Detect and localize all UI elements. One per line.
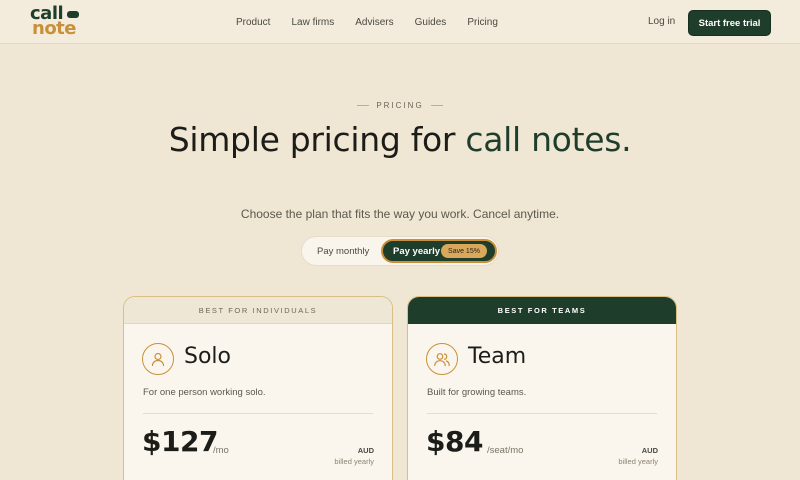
eyebrow-rule-left bbox=[357, 105, 370, 107]
plan-description: For one person working solo. bbox=[143, 387, 266, 398]
plan-currency: AUD bbox=[357, 446, 374, 455]
page-subtitle: Choose the plan that fits the way you wo… bbox=[240, 207, 560, 221]
plan-name: Solo bbox=[184, 344, 231, 369]
plan-banner: BEST FOR TEAMS bbox=[408, 297, 676, 324]
nav-link-product[interactable]: Product bbox=[236, 17, 270, 28]
nav-link-pricing[interactable]: Pricing bbox=[467, 17, 498, 28]
nav-link-law-firms[interactable]: Law firms bbox=[291, 17, 334, 28]
pricing-eyebrow: PRICING bbox=[0, 101, 800, 110]
pay-yearly-option[interactable]: Pay yearly Save 15% bbox=[381, 239, 497, 263]
plan-card-solo: BEST FOR INDIVIDUALS Solo For one person… bbox=[123, 296, 393, 480]
page-title-accent: call notes. bbox=[465, 120, 632, 159]
plan-price: $84 bbox=[426, 425, 483, 458]
divider bbox=[143, 413, 373, 414]
page-title-main: Simple pricing for bbox=[168, 120, 466, 159]
start-free-trial-button[interactable]: Start free trial bbox=[689, 11, 770, 35]
plan-banner: BEST FOR INDIVIDUALS bbox=[124, 297, 392, 324]
pay-yearly-label: Pay yearly bbox=[393, 246, 441, 257]
page-title: Simple pricing for call notes. bbox=[0, 121, 800, 159]
logo-line-2: note bbox=[32, 18, 77, 39]
login-link[interactable]: Log in bbox=[648, 16, 675, 27]
plan-price: $127 bbox=[142, 425, 218, 458]
logo-bubble-icon bbox=[67, 11, 79, 18]
main-nav: Product Law firms Advisers Guides Pricin… bbox=[236, 0, 519, 44]
logo[interactable]: call note bbox=[30, 5, 86, 40]
plan-billing-note: billed yearly bbox=[618, 457, 658, 466]
plan-description: Built for growing teams. bbox=[427, 387, 527, 398]
plan-period: /seat/mo bbox=[487, 445, 524, 456]
people-icon bbox=[426, 343, 458, 375]
plan-currency: AUD bbox=[641, 446, 658, 455]
billing-toggle: Pay monthly Pay yearly Save 15% bbox=[301, 236, 499, 266]
nav-link-advisers[interactable]: Advisers bbox=[355, 17, 393, 28]
save-badge: Save 15% bbox=[441, 244, 487, 258]
site-header: call note Product Law firms Advisers Gui… bbox=[0, 0, 800, 44]
pay-monthly-option[interactable]: Pay monthly bbox=[317, 246, 369, 257]
person-icon bbox=[142, 343, 174, 375]
plan-billing-note: billed yearly bbox=[334, 457, 374, 466]
divider bbox=[427, 413, 657, 414]
plan-card-team: BEST FOR TEAMS Team Built for growing te… bbox=[407, 296, 677, 480]
nav-link-guides[interactable]: Guides bbox=[415, 17, 447, 28]
eyebrow-rule-right bbox=[430, 105, 443, 107]
eyebrow-label: PRICING bbox=[376, 101, 424, 110]
plan-name: Team bbox=[468, 344, 527, 369]
plan-period: /mo bbox=[213, 445, 229, 456]
